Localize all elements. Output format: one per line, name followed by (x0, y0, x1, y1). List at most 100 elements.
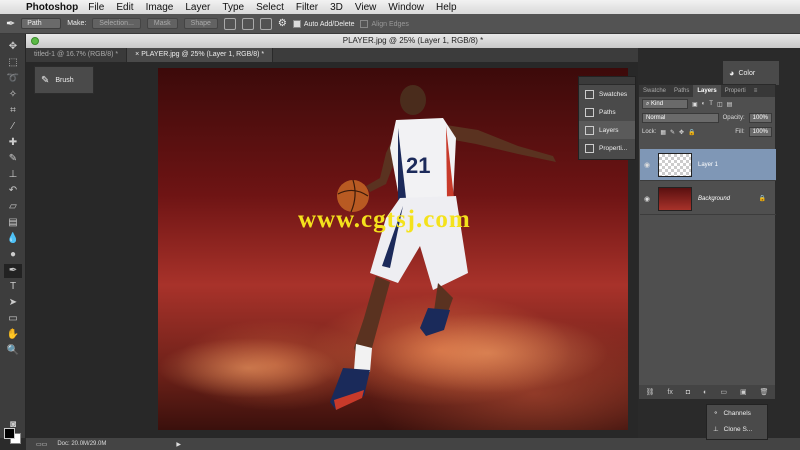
layer-row-layer-1[interactable]: ◉ Layer 1 (640, 149, 776, 181)
tab-player-label: PLAYER.jpg @ 25% (Layer 1, RGB/8) * (141, 51, 265, 58)
properties-panel-button[interactable]: Properti... (579, 139, 635, 157)
shape-button[interactable]: Shape (183, 18, 218, 29)
pixel-filter-icon[interactable]: ▣ (692, 101, 698, 108)
lock-image-icon[interactable]: ✎ (670, 129, 675, 136)
document-tabs: titled-1 @ 16.7% (RGB/8) * × PLAYER.jpg … (26, 48, 638, 62)
selection-button[interactable]: Selection... (92, 18, 141, 29)
blend-mode-select[interactable]: Normal (642, 113, 719, 123)
opacity-field[interactable]: 100% (748, 113, 772, 123)
zoom-field-icon[interactable]: ▭▭ (36, 441, 47, 448)
tab-properties[interactable]: Properti (721, 85, 750, 97)
brush-tool-icon[interactable]: ✎ (4, 152, 22, 166)
path-arrangement-icon[interactable] (259, 17, 272, 30)
path-selection-tool-icon[interactable]: ➤ (4, 296, 22, 310)
type-filter-icon[interactable]: T (709, 101, 713, 107)
path-mode-select[interactable]: Path (21, 18, 62, 29)
healing-brush-tool-icon[interactable]: ✚ (4, 136, 22, 150)
channels-panel-button[interactable]: ⚬ Channels (707, 405, 767, 421)
paths-panel-button[interactable]: Paths (579, 103, 635, 121)
shape-filter-icon[interactable]: ◫ (717, 101, 723, 108)
eyedropper-tool-icon[interactable]: ⁄ (4, 120, 22, 134)
lock-transparent-icon[interactable]: ▦ (660, 129, 666, 136)
eraser-tool-icon[interactable]: ▱ (4, 200, 22, 214)
menu-type[interactable]: Type (222, 2, 252, 13)
menu-file[interactable]: File (88, 2, 112, 13)
color-panel-button[interactable]: ◕ Color (722, 60, 780, 86)
type-tool-icon[interactable]: T (4, 280, 22, 294)
layer-row-background[interactable]: ◉ Background 🔒 (640, 183, 776, 215)
new-layer-icon[interactable]: ▣ (740, 388, 747, 396)
tab-untitled[interactable]: titled-1 @ 16.7% (RGB/8) * (26, 48, 128, 62)
lock-position-icon[interactable]: ✥ (679, 129, 684, 136)
trash-icon[interactable]: 🗑 (760, 388, 769, 396)
clone-source-panel-button[interactable]: ⊥ Clone S... (707, 421, 767, 437)
crop-tool-icon[interactable]: ⌗ (4, 104, 22, 118)
blur-tool-icon[interactable]: 💧 (4, 232, 22, 246)
panel-group-header[interactable] (579, 77, 635, 85)
window-zoom-icon[interactable] (31, 37, 39, 45)
lasso-tool-icon[interactable]: ➰ (4, 72, 22, 86)
close-icon[interactable]: × (135, 51, 139, 58)
dodge-tool-icon[interactable]: ● (4, 248, 22, 262)
panel-menu-icon[interactable]: ≡ (750, 85, 762, 97)
menu-edit[interactable]: Edit (116, 2, 141, 13)
lock-row: Lock: ▦ ✎ ✥ 🔒 Fill: 100% (639, 125, 775, 139)
fill-label: Fill: (735, 129, 745, 135)
tab-player[interactable]: × PLAYER.jpg @ 25% (Layer 1, RGB/8) * (127, 48, 274, 62)
doc-size-info: Doc: 20.0M/29.0M (57, 441, 107, 447)
rectangle-tool-icon[interactable]: ▭ (4, 312, 22, 326)
auto-add-delete-checkbox[interactable]: Auto Add/Delete (292, 19, 354, 28)
fill-field[interactable]: 100% (748, 127, 772, 137)
brush-panel-button[interactable]: ✎ Brush (34, 66, 94, 94)
clone-stamp-tool-icon[interactable]: ⊥ (4, 168, 22, 182)
swatches-panel-button[interactable]: Swatches (579, 85, 635, 103)
new-group-icon[interactable]: ▭ (720, 388, 727, 396)
hand-tool-icon[interactable]: ✋ (4, 328, 22, 342)
pen-tool-icon[interactable]: ✒ (6, 17, 15, 30)
menu-filter[interactable]: Filter (296, 2, 326, 13)
adjustment-filter-icon[interactable]: ◐ (702, 101, 706, 107)
status-menu-arrow-icon[interactable]: ▶ (176, 441, 181, 448)
new-adjustment-icon[interactable]: ◐ (703, 389, 707, 396)
tab-untitled-label: titled-1 @ 16.7% (RGB/8) * (34, 51, 119, 58)
menu-image[interactable]: Image (146, 2, 182, 13)
layer-thumbnail (658, 186, 692, 211)
tab-layers[interactable]: Layers (693, 85, 721, 97)
tab-swatches[interactable]: Swatche (639, 85, 670, 97)
floating-panel-group: Swatches Paths Layers Properti... (578, 76, 636, 160)
zoom-tool-icon[interactable]: 🔍 (4, 344, 22, 358)
smart-object-filter-icon[interactable]: ▤ (727, 101, 733, 108)
pen-tool-icon[interactable]: ✒ (4, 264, 22, 278)
layer-name: Layer 1 (698, 161, 719, 168)
foreground-color-swatch[interactable] (4, 428, 15, 439)
menu-3d[interactable]: 3D (330, 2, 351, 13)
layer-style-icon[interactable]: fx (667, 389, 672, 396)
gear-icon[interactable]: ⚙ (278, 18, 287, 29)
gradient-tool-icon[interactable]: ▤ (4, 216, 22, 230)
eye-icon[interactable]: ◉ (640, 161, 654, 169)
app-name[interactable]: Photoshop (26, 2, 88, 13)
layers-panel-button[interactable]: Layers (579, 121, 635, 139)
menu-window[interactable]: Window (388, 2, 432, 13)
color-wheel-icon: ◕ (729, 68, 735, 78)
kind-filter-select[interactable]: ⌕ Kind (642, 99, 688, 109)
tab-paths[interactable]: Paths (670, 85, 693, 97)
move-tool-icon[interactable]: ✥ (4, 40, 22, 54)
eye-icon[interactable]: ◉ (640, 195, 654, 203)
lock-all-icon[interactable]: 🔒 (688, 129, 695, 136)
path-operations-icon[interactable] (223, 17, 236, 30)
menu-help[interactable]: Help (436, 2, 465, 13)
align-edges-checkbox[interactable]: Align Edges (360, 19, 409, 28)
marquee-tool-icon[interactable]: ⬚ (4, 56, 22, 70)
menu-layer[interactable]: Layer (185, 2, 218, 13)
menu-select[interactable]: Select (256, 2, 292, 13)
history-brush-tool-icon[interactable]: ↶ (4, 184, 22, 198)
mask-button[interactable]: Mask (146, 18, 178, 29)
menu-view[interactable]: View (355, 2, 385, 13)
add-mask-icon[interactable]: ◘ (686, 389, 690, 396)
image-canvas[interactable]: 21 www.cgtsj.com (158, 68, 628, 430)
link-layers-icon[interactable]: ⛓ (646, 388, 655, 396)
layers-footer: ⛓ fx ◘ ◐ ▭ ▣ 🗑 (639, 385, 775, 399)
path-alignment-icon[interactable] (241, 17, 254, 30)
magic-wand-tool-icon[interactable]: ✧ (4, 88, 22, 102)
